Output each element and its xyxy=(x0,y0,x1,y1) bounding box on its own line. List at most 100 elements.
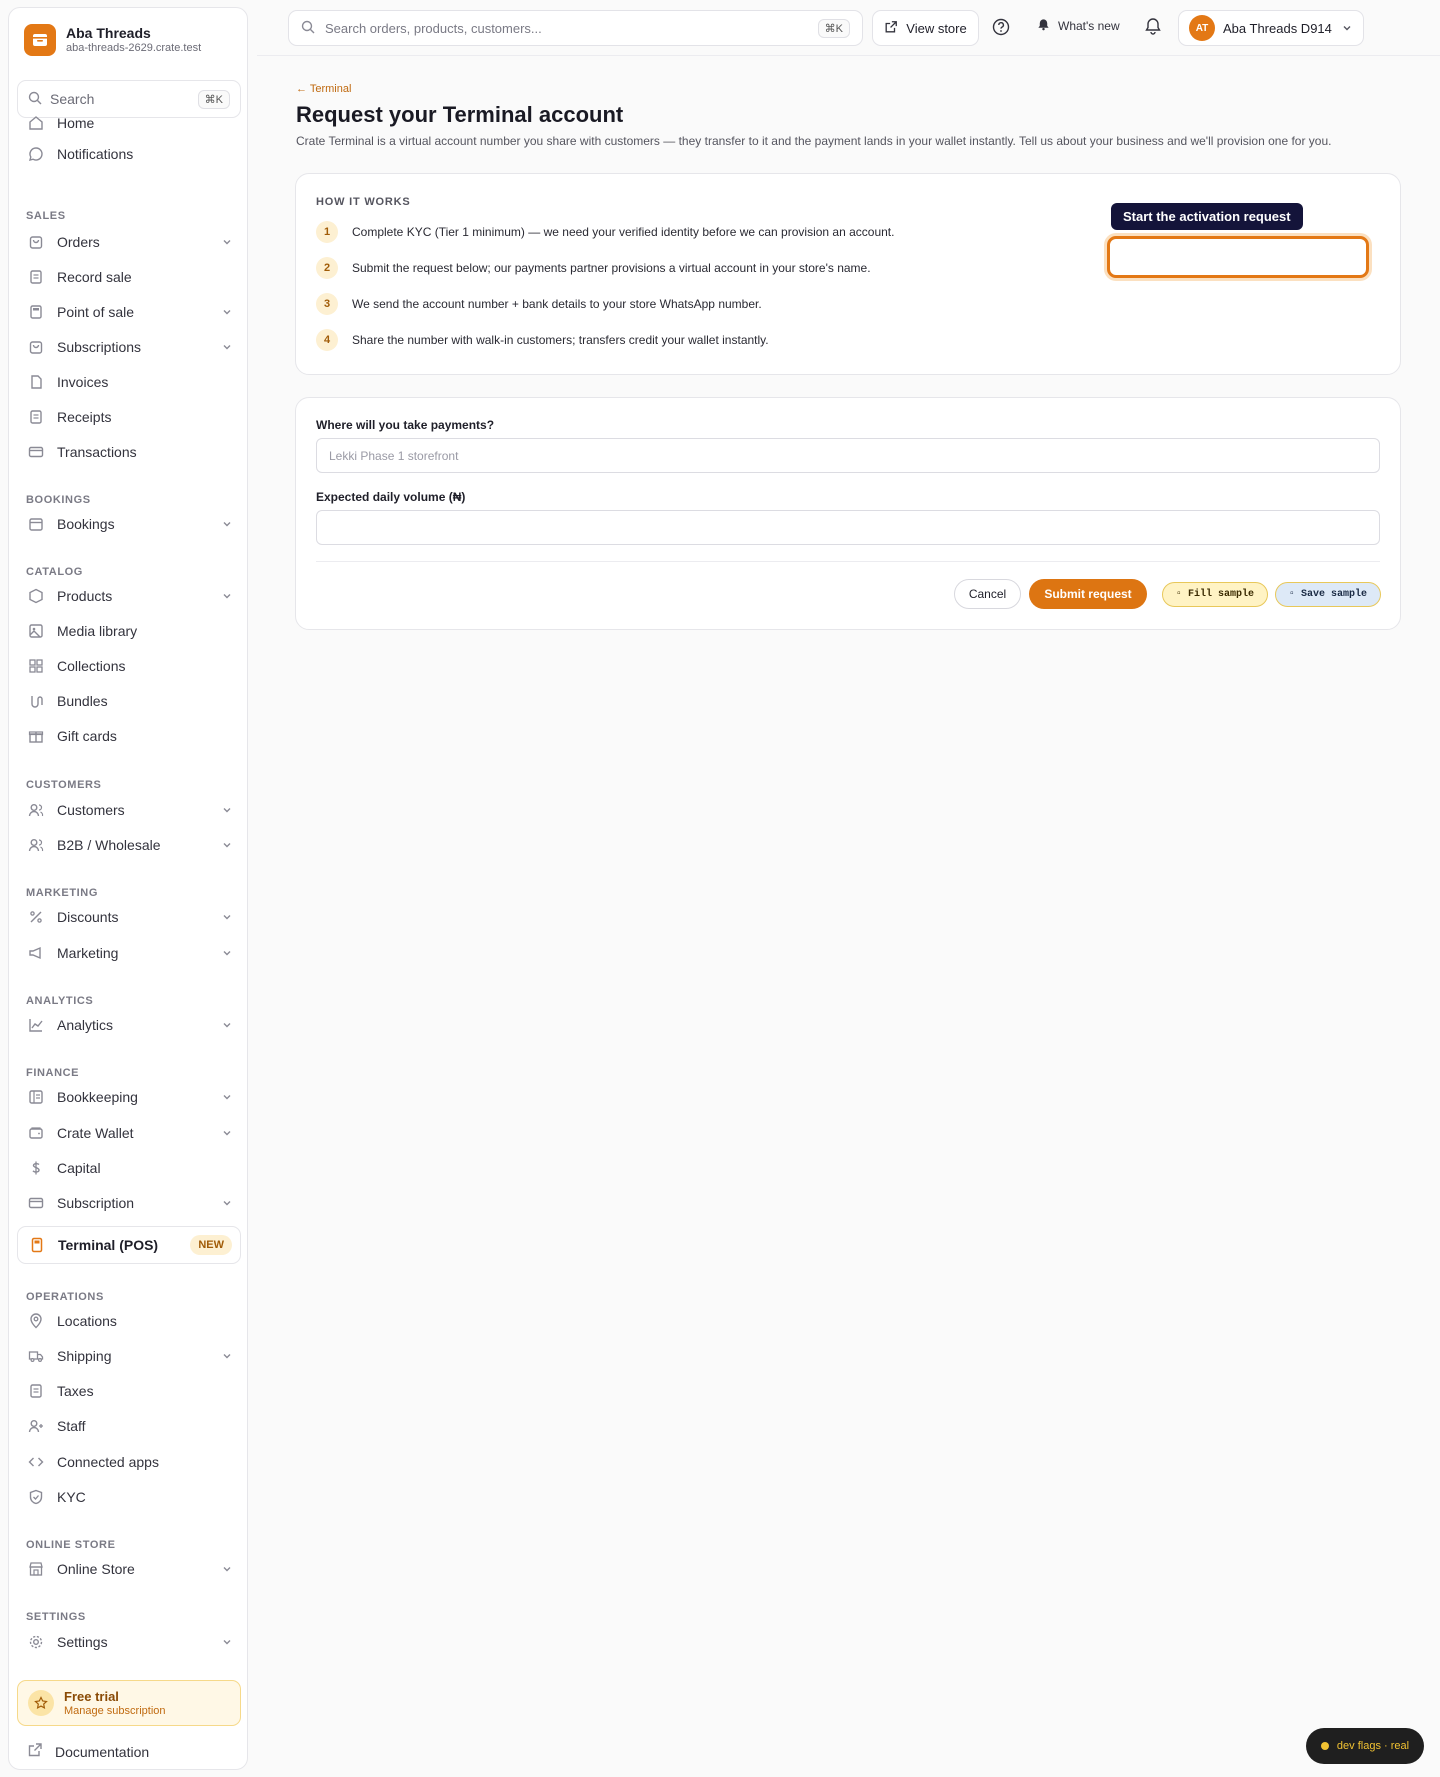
save-sample-button[interactable]: ▫ Save sample xyxy=(1275,582,1381,607)
section-sales: SALES xyxy=(26,210,66,222)
search-shortcut: ⌘K xyxy=(197,89,230,109)
sidebar-item-label: Customers xyxy=(57,802,125,818)
manage-subscription-link[interactable]: Manage subscription xyxy=(64,1704,166,1718)
sidebar-item-receipts[interactable]: Receipts xyxy=(17,402,241,432)
sidebar-item-point-of-sale[interactable]: Point of sale xyxy=(17,297,241,327)
sidebar-item-transactions[interactable]: Transactions xyxy=(17,437,241,467)
bag-icon xyxy=(27,338,45,356)
section-operations: OPERATIONS xyxy=(26,1291,104,1303)
cancel-button[interactable]: Cancel xyxy=(954,579,1021,609)
documentation-link[interactable]: Documentation xyxy=(27,1742,149,1761)
brand[interactable]: Aba Threads aba-threads-2629.crate.test xyxy=(24,24,201,56)
start-activation-button[interactable] xyxy=(1107,236,1369,278)
box-icon xyxy=(27,587,45,605)
chevron-down-icon xyxy=(221,1091,233,1103)
location-input[interactable] xyxy=(316,438,1380,473)
daily-volume-input[interactable] xyxy=(316,510,1380,545)
sidebar-item-label: Capital xyxy=(57,1160,101,1176)
sidebar-item-bundles[interactable]: Bundles xyxy=(17,686,241,716)
sidebar-item-taxes[interactable]: Taxes xyxy=(17,1376,241,1406)
sidebar-item-subscription[interactable]: Subscription xyxy=(17,1188,241,1218)
store-switcher-name: Aba Threads D914 xyxy=(1223,20,1332,36)
sidebar-item-analytics[interactable]: Analytics xyxy=(17,1010,241,1040)
sidebar-item-label: Collections xyxy=(57,658,126,674)
sidebar-item-kyc[interactable]: KYC xyxy=(17,1482,241,1512)
back-to-terminal-link[interactable]: ← Terminal xyxy=(296,83,351,95)
sidebar-item-label: Connected apps xyxy=(57,1454,159,1470)
sidebar-item-label: Bookings xyxy=(57,516,115,532)
global-search-input[interactable]: Search orders, products, customers... ⌘K xyxy=(288,10,863,46)
truck-icon xyxy=(27,1347,45,1365)
sidebar-item-online-store[interactable]: Online Store xyxy=(17,1554,241,1584)
credit-card-icon xyxy=(27,1194,45,1212)
calculator-icon xyxy=(27,303,45,321)
how-it-works-heading: HOW IT WORKS xyxy=(316,196,411,208)
users-icon xyxy=(27,836,45,854)
sidebar-item-invoices[interactable]: Invoices xyxy=(17,367,241,397)
chevron-down-icon xyxy=(221,306,233,318)
sidebar-item-locations[interactable]: Locations xyxy=(17,1306,241,1336)
sidebar-item-staff[interactable]: Staff xyxy=(17,1411,241,1441)
notifications-bell-icon[interactable] xyxy=(1144,17,1162,38)
sidebar-item-bookings[interactable]: Bookings xyxy=(17,509,241,539)
documentation-label: Documentation xyxy=(55,1743,150,1760)
gift-icon xyxy=(27,727,45,745)
sidebar-item-notifications[interactable]: Notifications xyxy=(17,139,241,169)
chevron-down-icon xyxy=(221,518,233,530)
step-text: Submit the request below; our payments p… xyxy=(352,261,871,275)
section-bookings: BOOKINGS xyxy=(26,494,91,506)
home-icon xyxy=(27,114,45,132)
sidebar-item-label: Subscriptions xyxy=(57,339,142,355)
sidebar-item-gift-cards[interactable]: Gift cards xyxy=(17,721,241,751)
sidebar-item-bookkeeping[interactable]: Bookkeeping xyxy=(17,1082,241,1112)
free-trial-card[interactable]: Free trial Manage subscription xyxy=(17,1680,241,1726)
sidebar-item-label: Bundles xyxy=(57,693,108,709)
sidebar-item-customers[interactable]: Customers xyxy=(17,795,241,825)
sidebar-item-label: Analytics xyxy=(57,1017,114,1033)
dev-flags-badge[interactable]: dev flags · real xyxy=(1306,1728,1424,1764)
sidebar-item-discounts[interactable]: Discounts xyxy=(17,902,241,932)
sidebar-item-products[interactable]: Products xyxy=(17,581,241,611)
sidebar-item-b2b[interactable]: B2B / Wholesale xyxy=(17,830,241,860)
sidebar-item-label: KYC xyxy=(57,1489,86,1505)
sidebar-item-subscriptions[interactable]: Subscriptions xyxy=(17,332,241,362)
credit-card-icon xyxy=(27,443,45,461)
step-number: 1 xyxy=(316,221,338,243)
sidebar-item-marketing[interactable]: Marketing xyxy=(17,938,241,968)
chevron-down-icon xyxy=(221,590,233,602)
sidebar-item-media-library[interactable]: Media library xyxy=(17,616,241,646)
sidebar-item-settings[interactable]: Settings xyxy=(17,1627,241,1657)
sidebar-item-connected-apps[interactable]: Connected apps xyxy=(17,1447,241,1477)
store-switcher[interactable]: AT Aba Threads D914 xyxy=(1178,10,1364,46)
sidebar-item-crate-wallet[interactable]: Crate Wallet xyxy=(17,1118,241,1148)
users-icon xyxy=(27,801,45,819)
how-it-works-card: HOW IT WORKS 1 Complete KYC (Tier 1 mini… xyxy=(295,173,1401,375)
store-logo-icon xyxy=(24,24,56,56)
sidebar-item-label: Online Store xyxy=(57,1561,135,1577)
sidebar-item-orders[interactable]: Orders xyxy=(17,227,241,257)
store-url: aba-threads-2629.crate.test xyxy=(66,42,202,54)
shield-check-icon xyxy=(27,1488,45,1506)
sidebar-item-label: Locations xyxy=(57,1313,117,1329)
help-icon[interactable] xyxy=(992,18,1010,39)
location-label: Where will you take payments? xyxy=(316,418,495,432)
view-store-button[interactable]: View store xyxy=(872,10,979,46)
dollar-icon xyxy=(27,1159,45,1177)
fill-sample-button[interactable]: ▫ Fill sample xyxy=(1162,582,1268,607)
sidebar-item-capital[interactable]: Capital xyxy=(17,1153,241,1183)
whats-new-button[interactable]: What's new xyxy=(1037,18,1120,34)
trial-title: Free trial xyxy=(64,1688,119,1704)
sidebar-item-home[interactable]: Home xyxy=(17,108,241,138)
sidebar-item-terminal[interactable]: Terminal (POS) NEW xyxy=(17,1226,241,1264)
submit-request-button[interactable]: Submit request xyxy=(1029,579,1147,609)
sidebar-item-label: Point of sale xyxy=(57,304,135,320)
sidebar-item-record-sale[interactable]: Record sale xyxy=(17,262,241,292)
activation-tooltip: Start the activation request xyxy=(1111,203,1303,230)
sidebar-item-label: Gift cards xyxy=(57,728,117,744)
section-settings: SETTINGS xyxy=(26,1611,86,1623)
sidebar-item-shipping[interactable]: Shipping xyxy=(17,1341,241,1371)
external-link-icon xyxy=(884,20,898,37)
volume-label: Expected daily volume (₦) xyxy=(316,490,466,504)
sidebar-item-collections[interactable]: Collections xyxy=(17,651,241,681)
search-icon xyxy=(28,91,42,108)
